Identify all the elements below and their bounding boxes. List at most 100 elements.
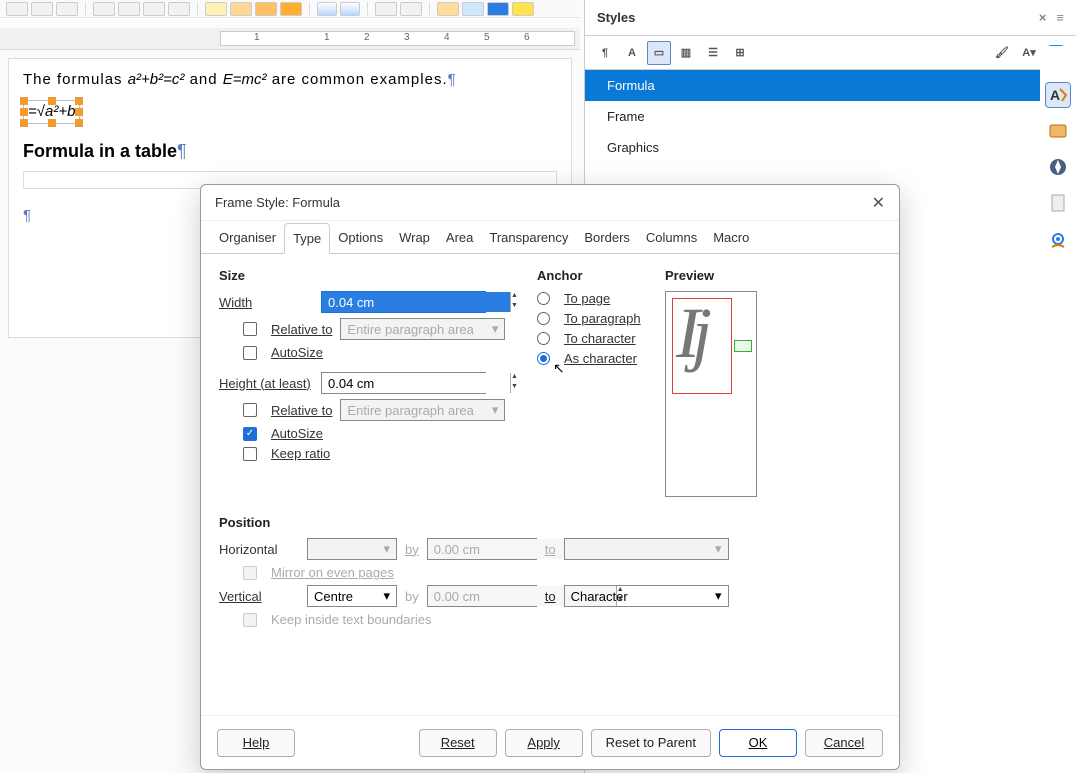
reset-parent-button[interactable]: Reset to Parent [591, 729, 711, 757]
arrow-up-icon[interactable] [230, 2, 252, 16]
styles-toolbar: ¶ A ▭ ▥ ☰ ⊞ 🖌 A▾ [585, 36, 1076, 70]
toolbar-button[interactable] [340, 2, 360, 16]
resize-handle[interactable] [75, 119, 83, 127]
character-styles-icon[interactable]: A [620, 41, 644, 65]
resize-handle[interactable] [48, 119, 56, 127]
frame-styles-icon[interactable]: ▭ [647, 41, 671, 65]
tab-options[interactable]: Options [330, 223, 391, 253]
anchor-to-page-radio[interactable] [537, 292, 550, 305]
toolbar-button[interactable] [93, 2, 115, 16]
tab-organiser[interactable]: Organiser [211, 223, 284, 253]
width-input[interactable]: ▲▼ [321, 291, 486, 313]
resize-handle[interactable] [20, 119, 28, 127]
sidebar-styles-icon[interactable]: A [1045, 82, 1071, 108]
toolbar-button[interactable] [168, 2, 190, 16]
toolbar-button[interactable] [143, 2, 165, 16]
autosize-width-checkbox[interactable] [243, 346, 257, 360]
tab-borders[interactable]: Borders [576, 223, 638, 253]
style-item-frame[interactable]: Frame [585, 101, 1076, 132]
relative-width-checkbox[interactable] [243, 322, 257, 336]
resize-handle[interactable] [20, 108, 28, 116]
formula-object[interactable]: E=mc² [223, 71, 267, 88]
tab-macro[interactable]: Macro [705, 223, 757, 253]
cancel-button[interactable]: Cancel [805, 729, 883, 757]
toolbar-button[interactable] [56, 2, 78, 16]
fill-color-icon[interactable] [487, 2, 509, 16]
insert-image-icon[interactable] [462, 2, 484, 16]
size-header: Size [219, 268, 519, 283]
relative-height-checkbox[interactable] [243, 403, 257, 417]
mirror-checkbox [243, 566, 257, 580]
text: and [184, 71, 222, 88]
vertical-to-dropdown[interactable]: Character▾ [564, 585, 729, 607]
preview-box: Ij [665, 291, 757, 497]
help-button[interactable]: Help [217, 729, 295, 757]
close-icon[interactable]: × [1039, 10, 1047, 25]
close-icon[interactable]: ✕ [872, 193, 885, 213]
height-input[interactable]: ▲▼ [321, 372, 486, 394]
arrow-down-icon[interactable] [280, 2, 302, 16]
formula-object[interactable]: a²+b²=c² [128, 71, 185, 88]
tab-area[interactable]: Area [438, 223, 481, 253]
apply-button[interactable]: Apply [505, 729, 583, 757]
reset-button[interactable]: Reset [419, 729, 497, 757]
tab-transparency[interactable]: Transparency [481, 223, 576, 253]
chevron-down-icon: ▾ [492, 402, 499, 418]
toolbar-button[interactable] [118, 2, 140, 16]
anchor-to-paragraph-radio[interactable] [537, 312, 550, 325]
paragraph-styles-icon[interactable]: ¶ [593, 41, 617, 65]
arrow-up-icon[interactable] [205, 2, 227, 16]
spin-up-icon[interactable]: ▲ [511, 373, 518, 383]
style-item-formula[interactable]: Formula [585, 70, 1076, 101]
anchor-to-character-radio[interactable] [537, 332, 550, 345]
sidebar-page-icon[interactable] [1045, 190, 1071, 216]
toolbar-button[interactable] [400, 2, 422, 16]
horizontal-label: Horizontal [219, 542, 299, 557]
spin-down-icon[interactable]: ▼ [511, 302, 518, 312]
styles-list[interactable]: Formula Frame Graphics [585, 70, 1076, 163]
highlight-icon[interactable] [512, 2, 534, 16]
table-styles-icon[interactable]: ⊞ [728, 41, 752, 65]
page-styles-icon[interactable]: ▥ [674, 41, 698, 65]
toolbar-button[interactable] [375, 2, 397, 16]
keep-inside-label: Keep inside text boundaries [271, 612, 431, 627]
horizontal-by-input: ▲▼ [427, 538, 537, 560]
anchor-as-character-radio[interactable] [537, 352, 550, 365]
insert-table-icon[interactable] [437, 2, 459, 16]
tab-type[interactable]: Type [284, 223, 330, 254]
spin-down-icon[interactable]: ▼ [511, 383, 518, 393]
toolbar-button[interactable] [317, 2, 337, 16]
fill-format-mode-icon[interactable]: 🖌 [990, 41, 1014, 65]
ok-button[interactable]: OK [719, 729, 797, 757]
sidebar-gallery-icon[interactable] [1045, 118, 1071, 144]
sidebar-inspect-icon[interactable] [1045, 226, 1071, 252]
ruler-tick: 6 [524, 32, 530, 43]
menu-icon[interactable]: ≡ [1056, 10, 1064, 25]
list-styles-icon[interactable]: ☰ [701, 41, 725, 65]
toolbar-button[interactable] [31, 2, 53, 16]
tab-wrap[interactable]: Wrap [391, 223, 438, 253]
resize-handle[interactable] [75, 97, 83, 105]
anchor-option-label: To page [564, 291, 610, 306]
mirror-label: Mirror on even pages [271, 565, 394, 580]
spin-up-icon[interactable]: ▲ [511, 292, 518, 302]
resize-handle[interactable] [48, 97, 56, 105]
sidebar-tab-strip: A [1040, 46, 1076, 252]
new-style-icon[interactable]: A▾ [1017, 41, 1041, 65]
sidebar-navigator-icon[interactable] [1045, 154, 1071, 180]
horizontal-ruler[interactable]: 1 1 2 3 4 5 6 [0, 28, 580, 50]
autosize-height-checkbox[interactable] [243, 427, 257, 441]
horizontal-to-dropdown: ▾ [564, 538, 729, 560]
arrow-down-icon[interactable] [255, 2, 277, 16]
resize-handle[interactable] [75, 108, 83, 116]
anchor-option-label: As character [564, 351, 637, 366]
toolbar-button[interactable] [6, 2, 28, 16]
pilcrow-icon: ¶ [448, 71, 456, 88]
keep-ratio-checkbox[interactable] [243, 447, 257, 461]
ruler-tick: 3 [404, 32, 410, 43]
vertical-align-dropdown[interactable]: Centre▾ [307, 585, 397, 607]
style-item-graphics[interactable]: Graphics [585, 132, 1076, 163]
resize-handle[interactable] [20, 97, 28, 105]
selected-formula-frame[interactable]: =√a²+b [23, 100, 80, 125]
tab-columns[interactable]: Columns [638, 223, 705, 253]
